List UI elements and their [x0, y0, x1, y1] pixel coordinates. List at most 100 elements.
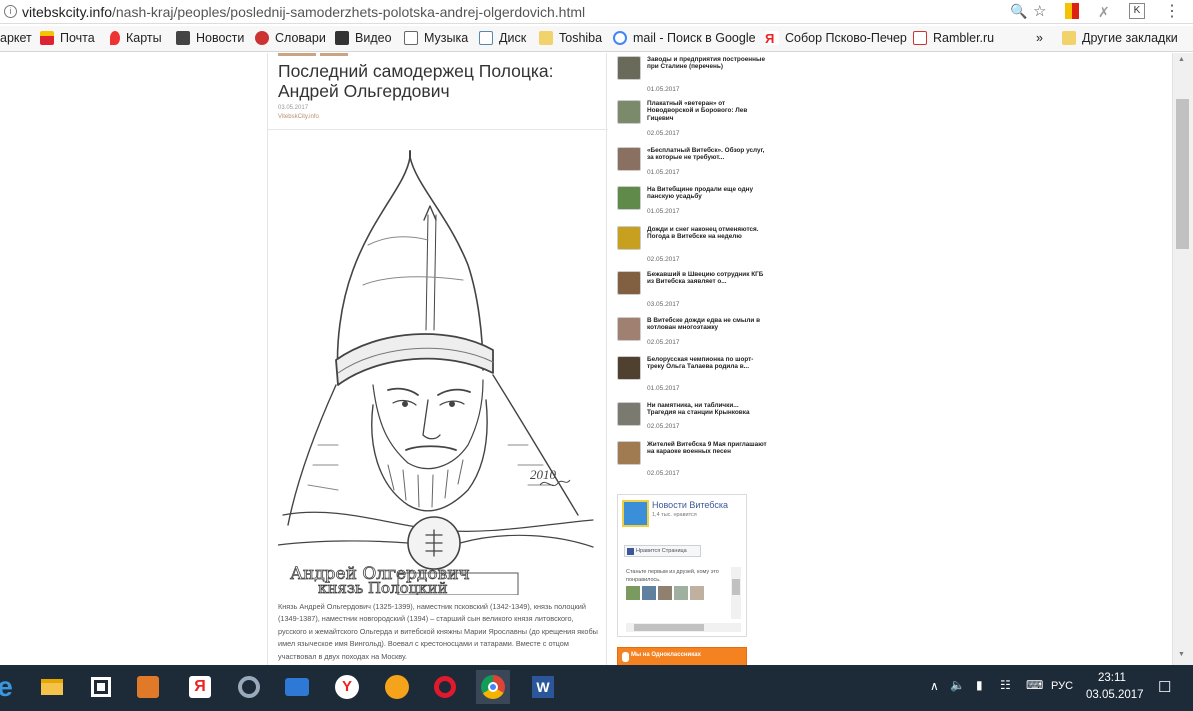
- fb-page-name[interactable]: Новости Витебска: [652, 500, 728, 510]
- bookmark-item[interactable]: Словари: [255, 31, 326, 45]
- article: Последний самодержец Полоцка: Андрей Оль…: [267, 53, 608, 665]
- fb-likes-count: 1,4 тыс. нравится: [652, 512, 697, 518]
- bookmark-item[interactable]: Новости: [176, 31, 244, 45]
- clock-date[interactable]: 03.05.2017: [1086, 689, 1144, 701]
- news-title[interactable]: Ни памятника, ни таблички... Трагедия на…: [647, 402, 769, 417]
- file-explorer-icon[interactable]: [37, 672, 67, 702]
- bookmark-item[interactable]: Почта: [40, 31, 95, 45]
- kaspersky-icon[interactable]: K: [1129, 3, 1145, 19]
- page-viewport: Последний самодержец Полоцка: Андрей Оль…: [0, 53, 1172, 665]
- disk-icon: [479, 31, 493, 45]
- ok-app-icon[interactable]: [382, 672, 412, 702]
- star-icon[interactable]: ☆: [1033, 2, 1046, 20]
- bookmark-item[interactable]: Музыка: [404, 31, 468, 45]
- news-title[interactable]: Плакатный «ветеран» от Новодворской и Бо…: [647, 100, 769, 122]
- fb-like-button[interactable]: Нравится Страница: [624, 545, 701, 557]
- news-date: 01.05.2017: [647, 385, 680, 392]
- info-icon[interactable]: i: [4, 5, 17, 18]
- network-icon[interactable]: ☷: [1000, 678, 1011, 692]
- music-icon: [404, 31, 418, 45]
- news-thumbnail[interactable]: [617, 441, 641, 465]
- fb-page-logo[interactable]: [622, 500, 649, 527]
- folder-icon: [1062, 31, 1076, 45]
- news-title[interactable]: Бежавший в Швецию сотрудник КГБ из Витеб…: [647, 271, 769, 286]
- fb-friend-avatars: [626, 586, 704, 600]
- bookmark-item[interactable]: mail - Поиск в Google: [613, 31, 756, 45]
- article-date: 03.05.2017: [278, 105, 309, 111]
- news-thumbnail[interactable]: [617, 147, 641, 171]
- fb-friends-text: Станьте первым из друзей, кому это понра…: [626, 569, 719, 583]
- bookmark-item[interactable]: Диск: [479, 31, 526, 45]
- sketch-signature: 2010: [530, 467, 557, 482]
- news-date: 01.05.2017: [647, 169, 680, 176]
- news-thumbnail[interactable]: [617, 402, 641, 426]
- media-player-icon[interactable]: [133, 672, 163, 702]
- bookmark-item[interactable]: аркет: [0, 31, 32, 45]
- bookmark-item[interactable]: Toshiba: [539, 31, 602, 45]
- mail-app-icon[interactable]: [282, 672, 312, 702]
- news-date: 02.05.2017: [647, 256, 680, 263]
- store-icon[interactable]: [86, 672, 116, 702]
- category-tags: [278, 53, 350, 57]
- news-title[interactable]: В Витебске дожди едва не смыли в котлова…: [647, 317, 769, 332]
- facebook-icon: [627, 547, 634, 555]
- tray-chevron-icon[interactable]: ∧: [930, 679, 939, 693]
- yandex-icon[interactable]: Y: [332, 672, 362, 702]
- sketch-caption-line2: князь Полоцкий: [318, 579, 448, 595]
- mail-icon: [40, 31, 54, 45]
- bookmarks-overflow[interactable]: »: [1036, 31, 1043, 45]
- bookmark-flag-icon[interactable]: [1065, 3, 1079, 19]
- video-icon: [335, 31, 349, 45]
- volume-icon[interactable]: 🔈: [950, 678, 965, 692]
- news-title[interactable]: «Бесплатный Витебск». Обзор услуг, за ко…: [647, 147, 769, 162]
- network-app-icon[interactable]: [234, 672, 264, 702]
- fb-scrollbar[interactable]: [731, 567, 741, 619]
- page-scrollbar-thumb[interactable]: [1176, 99, 1189, 249]
- news-title[interactable]: Заводы и предприятия построенные при Ста…: [647, 56, 769, 71]
- clock-time[interactable]: 23:11: [1098, 672, 1126, 684]
- yandex-browser-icon[interactable]: Я: [185, 672, 215, 702]
- zoom-icon[interactable]: 🔍: [1010, 3, 1027, 20]
- news-thumbnail[interactable]: [617, 356, 641, 380]
- odnoklassniki-widget[interactable]: Мы на Одноклассниках: [617, 647, 747, 665]
- news-title[interactable]: Белорусская чемпионка по шорт-треку Ольг…: [647, 356, 769, 371]
- word-icon[interactable]: W: [528, 672, 558, 702]
- news-title[interactable]: Дожди и снег наконец отменяются. Погода …: [647, 226, 769, 241]
- news-date: 02.05.2017: [647, 130, 680, 137]
- language-indicator[interactable]: РУС: [1051, 680, 1073, 692]
- battery-icon[interactable]: ▮: [976, 678, 983, 692]
- news-thumbnail[interactable]: [617, 226, 641, 250]
- news-thumbnail[interactable]: [617, 56, 641, 80]
- bookmark-item[interactable]: Rambler.ru: [913, 31, 994, 45]
- news-thumbnail[interactable]: [617, 271, 641, 295]
- fb-hscrollbar[interactable]: [626, 623, 741, 632]
- article-paragraph: Князь Андрей Ольгердович (1325-1399), на…: [278, 602, 598, 661]
- bookmark-item[interactable]: Карты: [110, 31, 162, 45]
- edge-icon[interactable]: e: [0, 671, 20, 702]
- menu-icon[interactable]: ⋮: [1164, 1, 1180, 21]
- map-pin-icon: [110, 31, 120, 45]
- news-thumbnail[interactable]: [617, 100, 641, 124]
- opera-icon[interactable]: [430, 672, 460, 702]
- extension-icon[interactable]: ✗: [1098, 4, 1110, 21]
- chrome-icon[interactable]: [476, 670, 510, 704]
- folder-icon: [539, 31, 553, 45]
- news-date: 03.05.2017: [647, 301, 680, 308]
- prince-sketch-image: 2010 Андрей Олгердович князь Полоцкий: [277, 145, 598, 597]
- facebook-widget: Новости Витебска 1,4 тыс. нравится Нрави…: [617, 494, 747, 637]
- article-source[interactable]: VitebskCity.info: [278, 114, 319, 120]
- yandex-icon: Я: [765, 31, 779, 46]
- notifications-icon[interactable]: ☐: [1158, 678, 1171, 696]
- bookmark-item[interactable]: Другие закладки: [1062, 31, 1178, 45]
- address-bar[interactable]: i vitebskcity.info/nash-kraj/peoples/pos…: [0, 0, 1193, 24]
- bookmark-item[interactable]: Видео: [335, 31, 392, 45]
- news-thumbnail[interactable]: [617, 317, 641, 341]
- page-scrollbar[interactable]: ▲ ▼: [1172, 53, 1193, 665]
- news-title[interactable]: Жителей Витебска 9 Мая приглашают на кар…: [647, 441, 769, 456]
- bookmark-item[interactable]: Я Собор Псково-Печер: [765, 31, 907, 46]
- news-title[interactable]: На Витебщине продали еще одну панскую ус…: [647, 186, 769, 201]
- news-thumbnail[interactable]: [617, 186, 641, 210]
- url-text[interactable]: vitebskcity.info/nash-kraj/peoples/posle…: [22, 4, 585, 20]
- language-bar-icon[interactable]: ⌨: [1026, 678, 1043, 692]
- ok-icon: [622, 652, 629, 662]
